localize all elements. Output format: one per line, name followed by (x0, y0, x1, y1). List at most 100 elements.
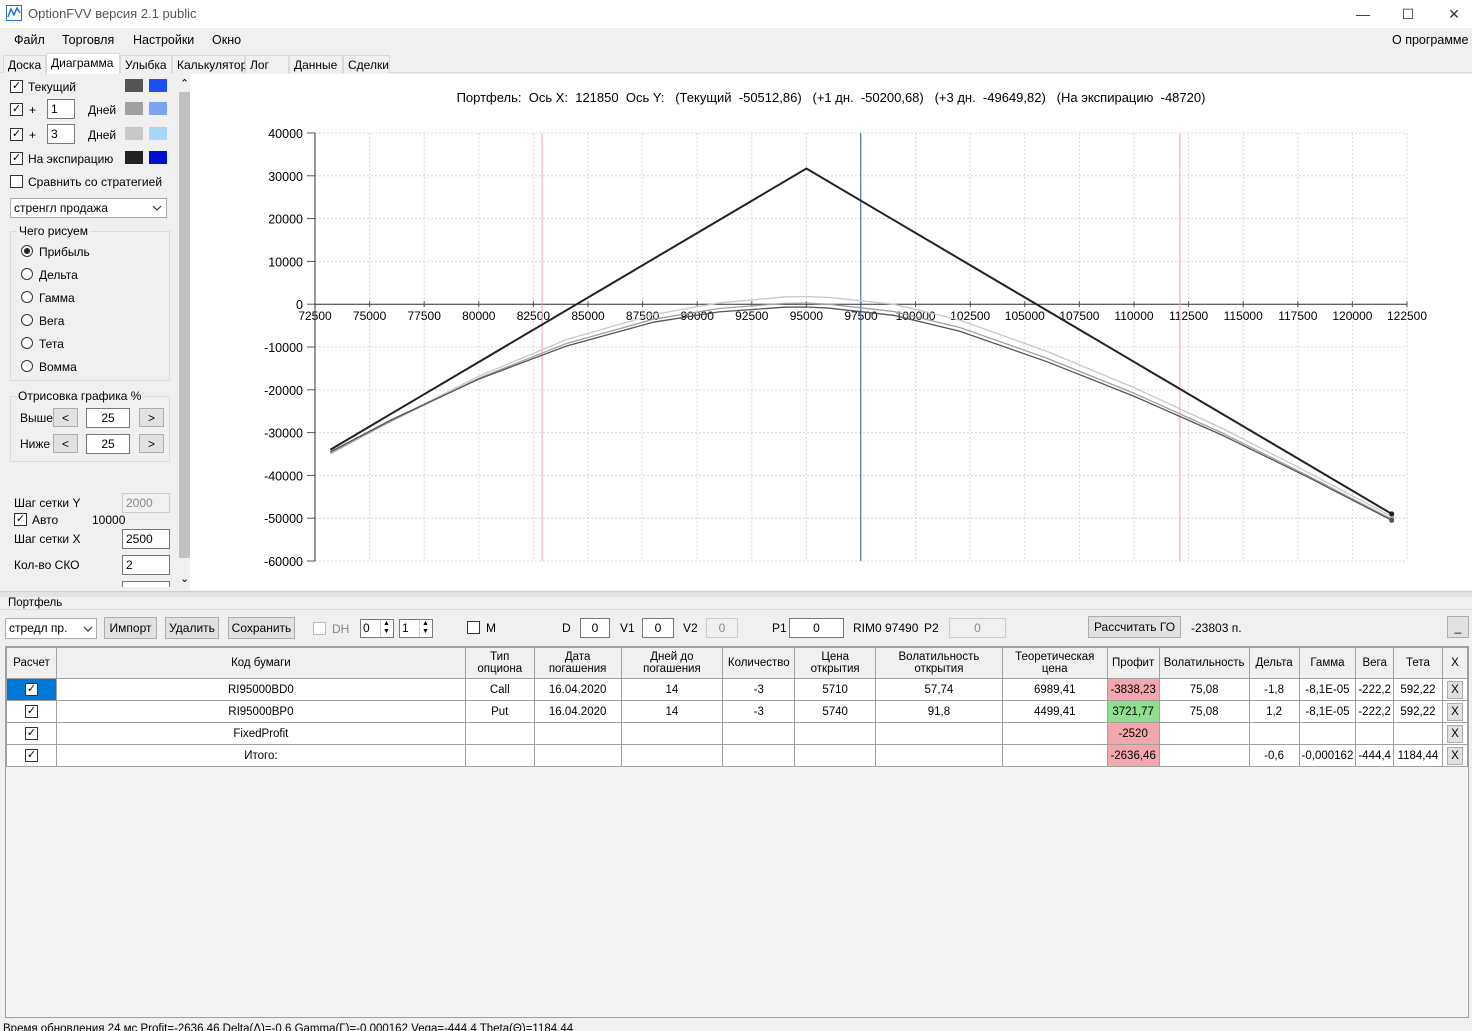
close-button[interactable]: ✕ (1431, 0, 1472, 28)
menu-about[interactable]: О программе (1392, 33, 1468, 47)
tab-data[interactable]: Данные (289, 55, 343, 73)
margin-value: -23803 п. (1191, 621, 1242, 635)
scroll-up-icon[interactable]: ⌃ (180, 77, 189, 90)
calc-cell[interactable]: ✓ (6, 700, 57, 723)
radio-vomma[interactable] (21, 360, 33, 372)
calc-checkbox[interactable]: ✓ (24, 749, 38, 762)
table-row[interactable]: ✓ RI95000BD0 Call 16.04.2020 14 -3 5710 57,74 69… (6, 678, 1469, 701)
collapse-button[interactable]: _ (1447, 616, 1469, 638)
menu-trading[interactable]: Торговля (62, 33, 114, 47)
remove-row-button[interactable]: X (1446, 746, 1463, 765)
day3-input[interactable]: 3 (47, 124, 75, 144)
below-decrease-button[interactable]: < (53, 434, 78, 453)
calc-cell[interactable]: ✓ (6, 744, 57, 767)
expiration-color-dark[interactable] (125, 151, 143, 164)
radio-vega[interactable] (21, 314, 33, 326)
menu-file[interactable]: Файл (14, 33, 45, 47)
scroll-down-icon[interactable]: ⌄ (180, 572, 189, 585)
p1-input[interactable]: 0 (789, 618, 844, 638)
radio-theta[interactable] (21, 337, 33, 349)
spin2-arrows-icon[interactable]: ▲ ▼ (419, 620, 431, 637)
calc-checkbox[interactable]: ✓ (24, 727, 38, 740)
current-color-light[interactable] (149, 79, 167, 92)
tab-log[interactable]: Лог (245, 55, 289, 73)
col-header-calc[interactable]: Расчет (6, 647, 57, 679)
col-header-gamma[interactable]: Гамма (1298, 647, 1357, 679)
expiration-checkbox[interactable] (10, 152, 23, 165)
radio-delta[interactable] (21, 268, 33, 280)
table-row[interactable]: ✓ FixedProfit -2520 X (6, 722, 1469, 745)
col-header-type[interactable]: Тип опциона (464, 647, 535, 679)
col-header-theta[interactable]: Тета (1392, 647, 1443, 679)
above-decrease-button[interactable]: < (53, 408, 78, 427)
day3-checkbox[interactable] (10, 128, 23, 141)
radio-profit[interactable] (21, 245, 33, 257)
current-color-dark[interactable] (125, 79, 143, 92)
tab-board[interactable]: Доска (3, 55, 46, 73)
calc-margin-button[interactable]: Рассчитать ГО (1088, 616, 1181, 638)
current-checkbox[interactable] (10, 80, 23, 93)
chevron-down-icon (152, 205, 162, 211)
col-header-vol[interactable]: Волатильность (1158, 647, 1250, 679)
col-header-date[interactable]: Дата погашения (533, 647, 622, 679)
grid-x-label: Шаг сетки X (14, 532, 81, 546)
save-button[interactable]: Сохранить (228, 617, 295, 639)
partial-input[interactable] (122, 581, 170, 587)
minimize-button[interactable]: — (1340, 0, 1386, 28)
col-header-price[interactable]: Цена открытия (794, 647, 877, 679)
m-checkbox[interactable] (467, 621, 480, 634)
sko-input[interactable]: 2 (122, 555, 170, 575)
import-button[interactable]: Импорт (104, 617, 157, 639)
col-header-vol-open[interactable]: Волатильность открытия (875, 647, 1003, 679)
day1-color-light[interactable] (149, 102, 167, 115)
below-increase-button[interactable]: > (139, 434, 164, 453)
col-header-profit[interactable]: Профит (1106, 647, 1160, 679)
spin1-arrows-icon[interactable]: ▲ ▼ (380, 620, 392, 637)
tab-calculator[interactable]: Калькулятор (172, 55, 247, 73)
col-header-code[interactable]: Код бумаги (55, 647, 466, 679)
col-header-vega[interactable]: Вега (1355, 647, 1394, 679)
remove-row-button[interactable]: X (1446, 724, 1463, 743)
tab-smile[interactable]: Улыбка (120, 55, 172, 73)
maximize-button[interactable]: ☐ (1385, 0, 1431, 28)
radio-gamma[interactable] (21, 291, 33, 303)
expiration-color-light[interactable] (149, 151, 167, 164)
delete-button[interactable]: Удалить (165, 617, 219, 639)
menu-window[interactable]: Окно (212, 33, 241, 47)
above-input[interactable]: 25 (86, 408, 130, 428)
y-tick-label: 0 (296, 298, 303, 312)
compare-label: Сравнить со стратегией (28, 175, 163, 189)
menu-settings[interactable]: Настройки (133, 33, 194, 47)
compare-checkbox[interactable] (10, 175, 23, 188)
calc-checkbox[interactable]: ✓ (24, 705, 38, 718)
table-row[interactable]: ✓ RI95000BP0 Put 16.04.2020 14 -3 5740 91,8 4499… (6, 700, 1469, 723)
col-header-qty[interactable]: Количество (722, 647, 796, 679)
grid-x-input[interactable]: 2500 (122, 529, 170, 549)
splitter[interactable] (0, 591, 1472, 597)
col-header-x[interactable]: X (1441, 647, 1469, 679)
day1-color-dark[interactable] (125, 102, 143, 115)
remove-row-button[interactable]: X (1446, 702, 1463, 721)
day3-color-light[interactable] (149, 127, 167, 140)
strategy-select[interactable]: стренгл продажа (10, 198, 167, 218)
day1-checkbox[interactable] (10, 103, 23, 116)
below-input[interactable]: 25 (86, 434, 130, 454)
tab-diagram[interactable]: Диаграмма (46, 53, 120, 74)
d-input[interactable]: 0 (580, 618, 610, 638)
col-header-theo[interactable]: Теоретическая цена (1001, 647, 1108, 679)
day1-input[interactable]: 1 (47, 99, 75, 119)
cell-theo (1001, 744, 1108, 767)
col-header-days[interactable]: Дней до погашения (620, 647, 724, 679)
v1-input[interactable]: 0 (642, 618, 674, 638)
above-increase-button[interactable]: > (139, 408, 164, 427)
calc-checkbox[interactable]: ✓ (24, 683, 38, 696)
remove-row-button[interactable]: X (1446, 680, 1463, 699)
x-tick-label: 110000 (1114, 309, 1153, 323)
auto-checkbox[interactable] (14, 513, 27, 526)
col-header-delta[interactable]: Дельта (1248, 647, 1300, 679)
table-row[interactable]: ✓ Итого: -2636,46 -0,6 -0,000162 -444,4 1184,4… (6, 744, 1469, 767)
calc-cell[interactable]: ✓ (6, 678, 57, 701)
calc-cell[interactable]: ✓ (6, 722, 57, 745)
tab-deals[interactable]: Сделки (343, 55, 390, 73)
day3-color-dark[interactable] (125, 127, 143, 140)
